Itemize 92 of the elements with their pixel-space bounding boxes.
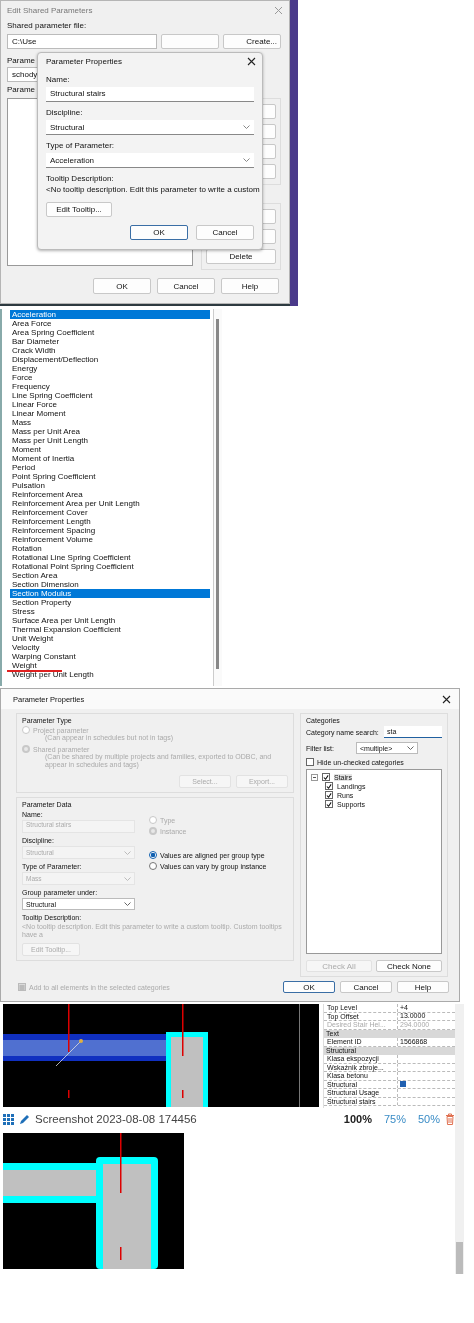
radio-button[interactable] xyxy=(149,862,157,870)
list-item[interactable]: Pulsation xyxy=(10,481,210,490)
list-item[interactable]: Rotation xyxy=(10,544,210,553)
list-item[interactable]: Reinforcement Area per Unit Length xyxy=(10,499,210,508)
checkbox[interactable] xyxy=(400,1081,406,1088)
list-item[interactable]: Linear Moment xyxy=(10,409,210,418)
list-item[interactable]: Mass xyxy=(10,418,210,427)
list-item[interactable]: Unit Weight xyxy=(10,634,210,643)
list-item[interactable]: Thermal Expansion Coefficient xyxy=(10,625,210,634)
list-item[interactable]: Weight xyxy=(10,661,210,670)
pencil-icon[interactable] xyxy=(19,1113,30,1125)
dialog-button[interactable]: Help xyxy=(397,981,449,993)
checkbox[interactable] xyxy=(18,983,26,991)
zoom-option[interactable]: 50% xyxy=(417,1113,440,1125)
dialog-button[interactable]: OK xyxy=(283,981,335,993)
list-item[interactable]: Area Force xyxy=(10,319,210,328)
create-button[interactable]: Create... xyxy=(223,34,281,49)
list-item[interactable]: Reinforcement Spacing xyxy=(10,526,210,535)
type-dropdown[interactable]: Acceleration xyxy=(46,153,254,168)
field-label: Parame xyxy=(7,85,35,95)
list-item[interactable]: Surface Area per Unit Length xyxy=(10,616,210,625)
zoom-option[interactable]: 75% xyxy=(383,1113,406,1125)
grid-icon[interactable] xyxy=(3,1113,14,1125)
list-item[interactable]: Rotational Line Spring Coefficient xyxy=(10,553,210,562)
list-item[interactable]: Section Modulus xyxy=(10,589,210,598)
list-item[interactable]: Area Spring Coefficient xyxy=(10,328,210,337)
field-label: Name: xyxy=(46,75,70,85)
window-title: Parameter Properties xyxy=(46,57,123,66)
field-label: Parame xyxy=(7,56,35,66)
list-item[interactable]: Energy xyxy=(10,364,210,373)
chevron-icon[interactable] xyxy=(407,746,414,750)
dialog-button[interactable]: Check None xyxy=(376,960,442,972)
list-item[interactable]: Frequency xyxy=(10,382,210,391)
dialog-button[interactable]: Cancel xyxy=(340,981,392,993)
list-item[interactable]: Velocity xyxy=(10,643,210,652)
radio-button[interactable] xyxy=(149,851,157,859)
list-item[interactable]: Displacement/Deflection xyxy=(10,355,210,364)
list-item[interactable]: Reinforcement Volume xyxy=(10,535,210,544)
checkbox[interactable] xyxy=(325,800,333,808)
field-label: Tooltip Description: xyxy=(46,174,114,184)
checkbox[interactable] xyxy=(325,791,333,799)
list-item[interactable]: Bar Diameter xyxy=(10,337,210,346)
close-icon[interactable] xyxy=(442,694,451,704)
close-icon[interactable] xyxy=(247,57,256,66)
dialog-button[interactable]: OK xyxy=(93,278,151,294)
list-item[interactable]: Reinforcement Length xyxy=(10,517,210,526)
list-item[interactable]: Mass per Unit Length xyxy=(10,436,210,445)
list-item[interactable]: Weight per Unit Length xyxy=(10,670,210,679)
list-item[interactable]: Section Property xyxy=(10,598,210,607)
chevron-icon[interactable] xyxy=(124,902,131,906)
ok-button[interactable]: OK xyxy=(130,225,188,240)
dialog-button[interactable]: Help xyxy=(221,278,279,294)
list-item[interactable]: Rotational Point Spring Coefficient xyxy=(10,562,210,571)
collapse-icon[interactable] xyxy=(311,773,318,781)
name-field[interactable]: Structural stairs xyxy=(46,87,254,102)
field-label: Type of Parameter: xyxy=(46,141,115,151)
checkbox[interactable] xyxy=(325,782,333,790)
list-item[interactable]: Mass per Unit Area xyxy=(10,427,210,436)
chevron-icon[interactable] xyxy=(243,158,250,162)
list-item[interactable]: Linear Force xyxy=(10,400,210,409)
cancel-button[interactable]: Cancel xyxy=(196,225,254,240)
list-item[interactable]: Moment of Inertia xyxy=(10,454,210,463)
list-item[interactable]: Moment xyxy=(10,445,210,454)
chevron-icon[interactable] xyxy=(243,125,250,129)
checkbox[interactable] xyxy=(322,773,330,781)
image-title: Screenshot 2023-08-08 174456 xyxy=(35,1113,197,1125)
dialog-button[interactable]: Cancel xyxy=(157,278,215,294)
checkbox[interactable] xyxy=(306,758,314,766)
list-item[interactable]: Acceleration xyxy=(10,310,210,319)
discipline-dropdown[interactable]: Structural xyxy=(46,120,254,135)
list-item[interactable]: Line Spring Coefficient xyxy=(10,391,210,400)
scrollbar[interactable] xyxy=(213,309,222,686)
field-label: Shared parameter file: xyxy=(7,21,87,31)
edit-tooltip-button[interactable]: Edit Tooltip... xyxy=(46,202,112,217)
field-label: Discipline: xyxy=(46,108,83,118)
list-item[interactable]: Force xyxy=(10,373,210,382)
list-item[interactable]: Warping Constant xyxy=(10,652,210,661)
window-title: Edit Shared Parameters xyxy=(7,5,93,15)
zoom-option[interactable]: 100% xyxy=(343,1113,372,1125)
list-item[interactable]: Reinforcement Cover xyxy=(10,508,210,517)
list-item[interactable]: Period xyxy=(10,463,210,472)
list-item[interactable]: Point Spring Coefficient xyxy=(10,472,210,481)
delete-button[interactable]: Delete xyxy=(206,249,276,264)
list-item[interactable]: Section Dimension xyxy=(10,580,210,589)
trash-icon[interactable] xyxy=(445,1113,455,1125)
tooltip-text: <No tooltip description. Edit this parameter to write a custom xyxy=(46,185,260,195)
scrollbar[interactable] xyxy=(455,1004,464,1274)
list-item[interactable]: Reinforcement Area xyxy=(10,490,210,499)
list-item[interactable]: Stress xyxy=(10,607,210,616)
file-path-field[interactable]: C:\Use xyxy=(7,34,157,49)
list-item[interactable]: Crack Width xyxy=(10,346,210,355)
list-item[interactable]: Section Area xyxy=(10,571,210,580)
